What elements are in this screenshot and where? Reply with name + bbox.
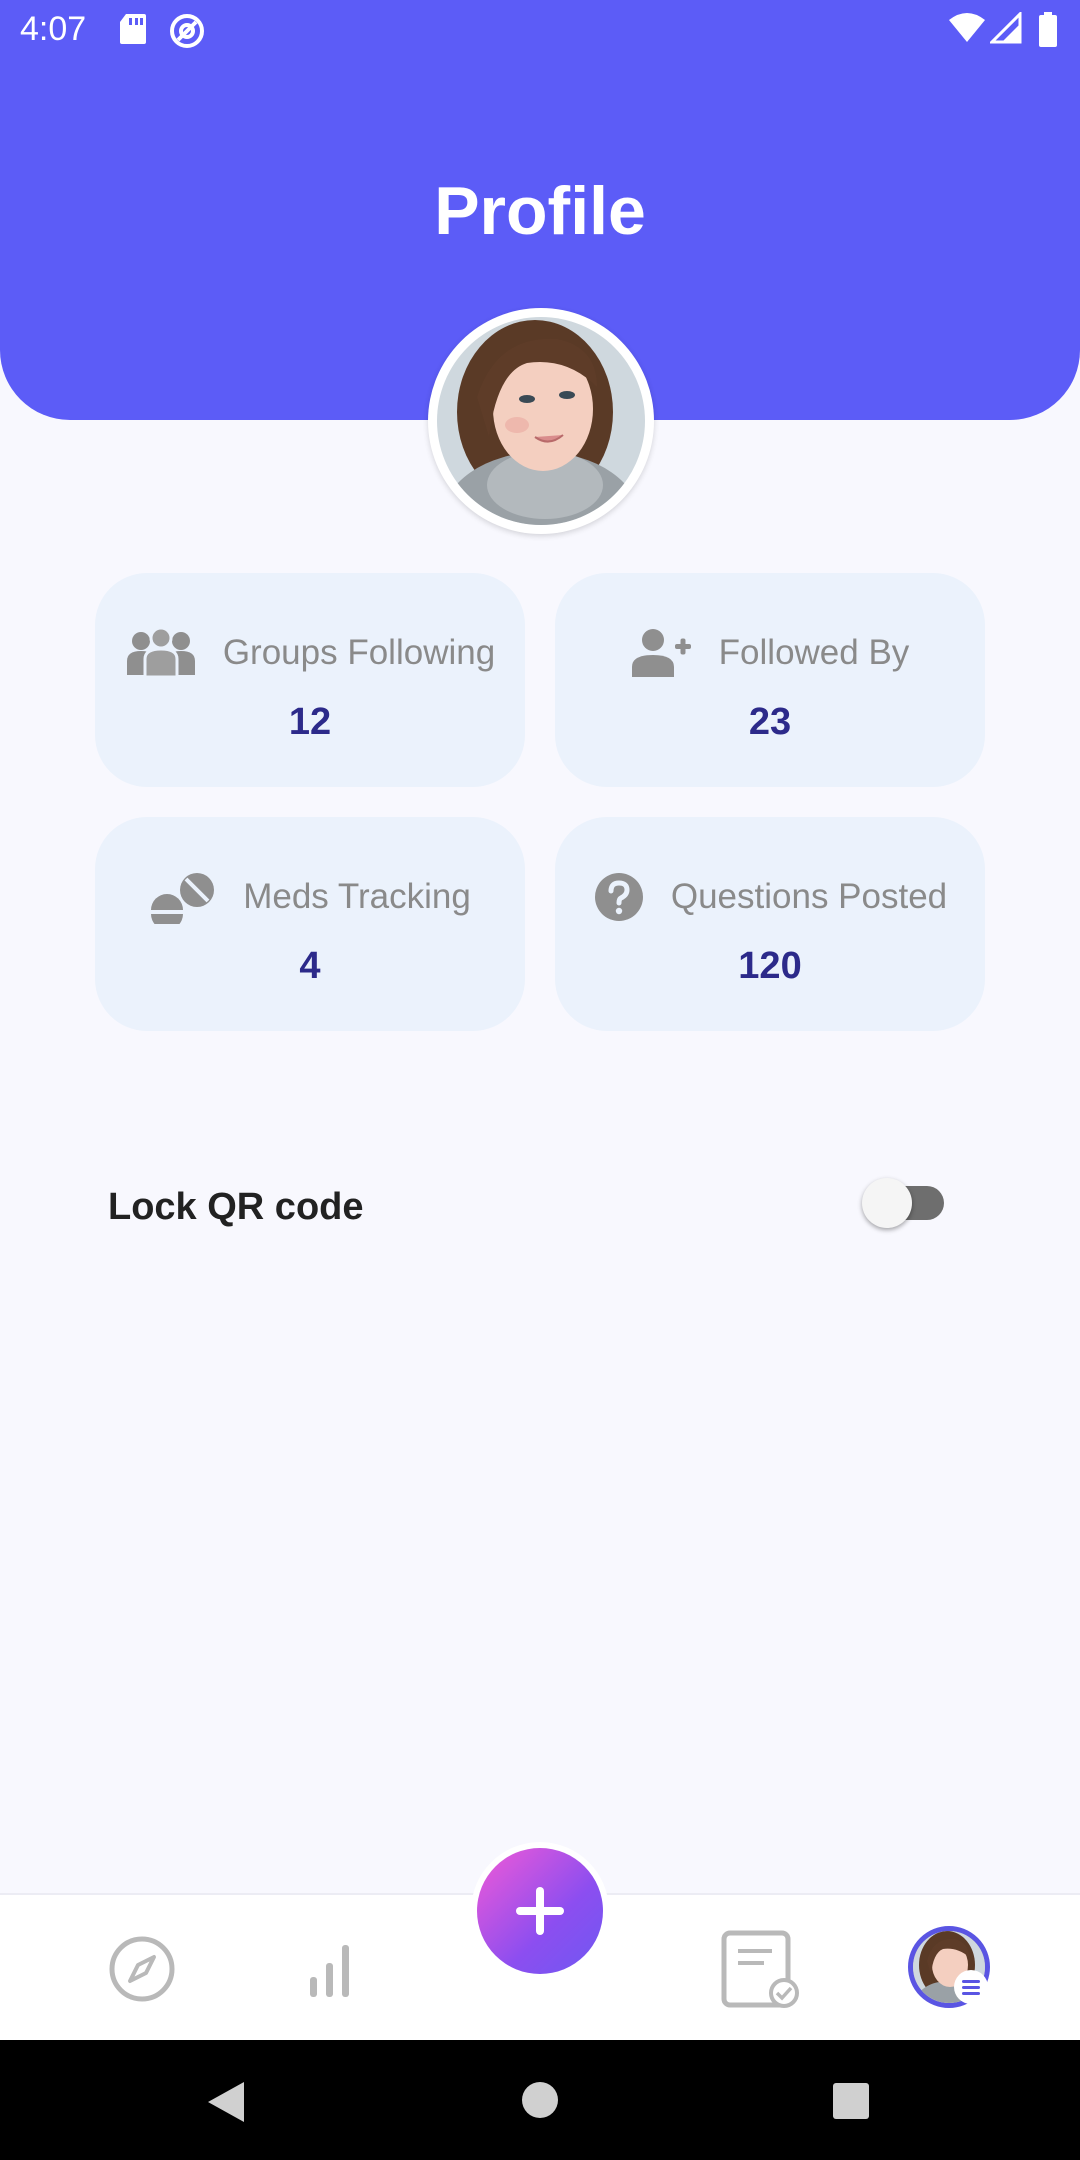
sync-status-icon: [170, 14, 204, 48]
stats-icon[interactable]: [304, 1937, 356, 1999]
lock-qr-toggle[interactable]: [862, 1178, 946, 1228]
tasks-icon[interactable]: [720, 1929, 802, 2011]
stat-label: Meds Tracking: [243, 877, 471, 916]
stat-card-followed-by[interactable]: Followed By 23: [555, 573, 985, 787]
avatar-image: [437, 317, 645, 525]
battery-icon: [1039, 12, 1057, 47]
stat-value: 23: [748, 701, 792, 743]
stat-card-meds-tracking[interactable]: Meds Tracking 4: [95, 817, 525, 1031]
stat-label: Followed By: [718, 633, 910, 672]
profile-screen: 4:07 Profile Groups Following 12 Followe…: [0, 0, 1080, 2160]
toggle-thumb: [862, 1178, 912, 1228]
wifi-icon: [949, 13, 985, 42]
stat-value: 4: [299, 945, 321, 987]
pills-icon: [151, 873, 215, 924]
home-icon[interactable]: [520, 2080, 560, 2120]
stat-card-groups-following[interactable]: Groups Following 12: [95, 573, 525, 787]
person-add-icon: [631, 629, 691, 677]
add-button[interactable]: [477, 1848, 603, 1974]
sd-card-icon: [120, 14, 146, 44]
menu-badge-icon[interactable]: [954, 1970, 988, 2004]
profile-avatar[interactable]: [428, 308, 654, 534]
back-icon[interactable]: [206, 2080, 246, 2124]
stat-label: Questions Posted: [670, 877, 948, 916]
recents-icon[interactable]: [832, 2082, 870, 2120]
page-title: Profile: [434, 173, 646, 249]
signal-icon: [990, 12, 1022, 44]
groups-icon: [126, 627, 195, 679]
stat-card-questions-posted[interactable]: Questions Posted 120: [555, 817, 985, 1031]
stat-label: Groups Following: [222, 633, 496, 672]
stat-value: 120: [738, 945, 802, 987]
system-nav-bar: [0, 2040, 1080, 2160]
status-time: 4:07: [20, 10, 87, 48]
stat-value: 12: [288, 701, 332, 743]
question-icon: [594, 873, 643, 921]
lock-qr-label: Lock QR code: [108, 1186, 364, 1228]
explore-icon[interactable]: [108, 1935, 176, 2003]
status-bar: 4:07: [0, 0, 1080, 62]
